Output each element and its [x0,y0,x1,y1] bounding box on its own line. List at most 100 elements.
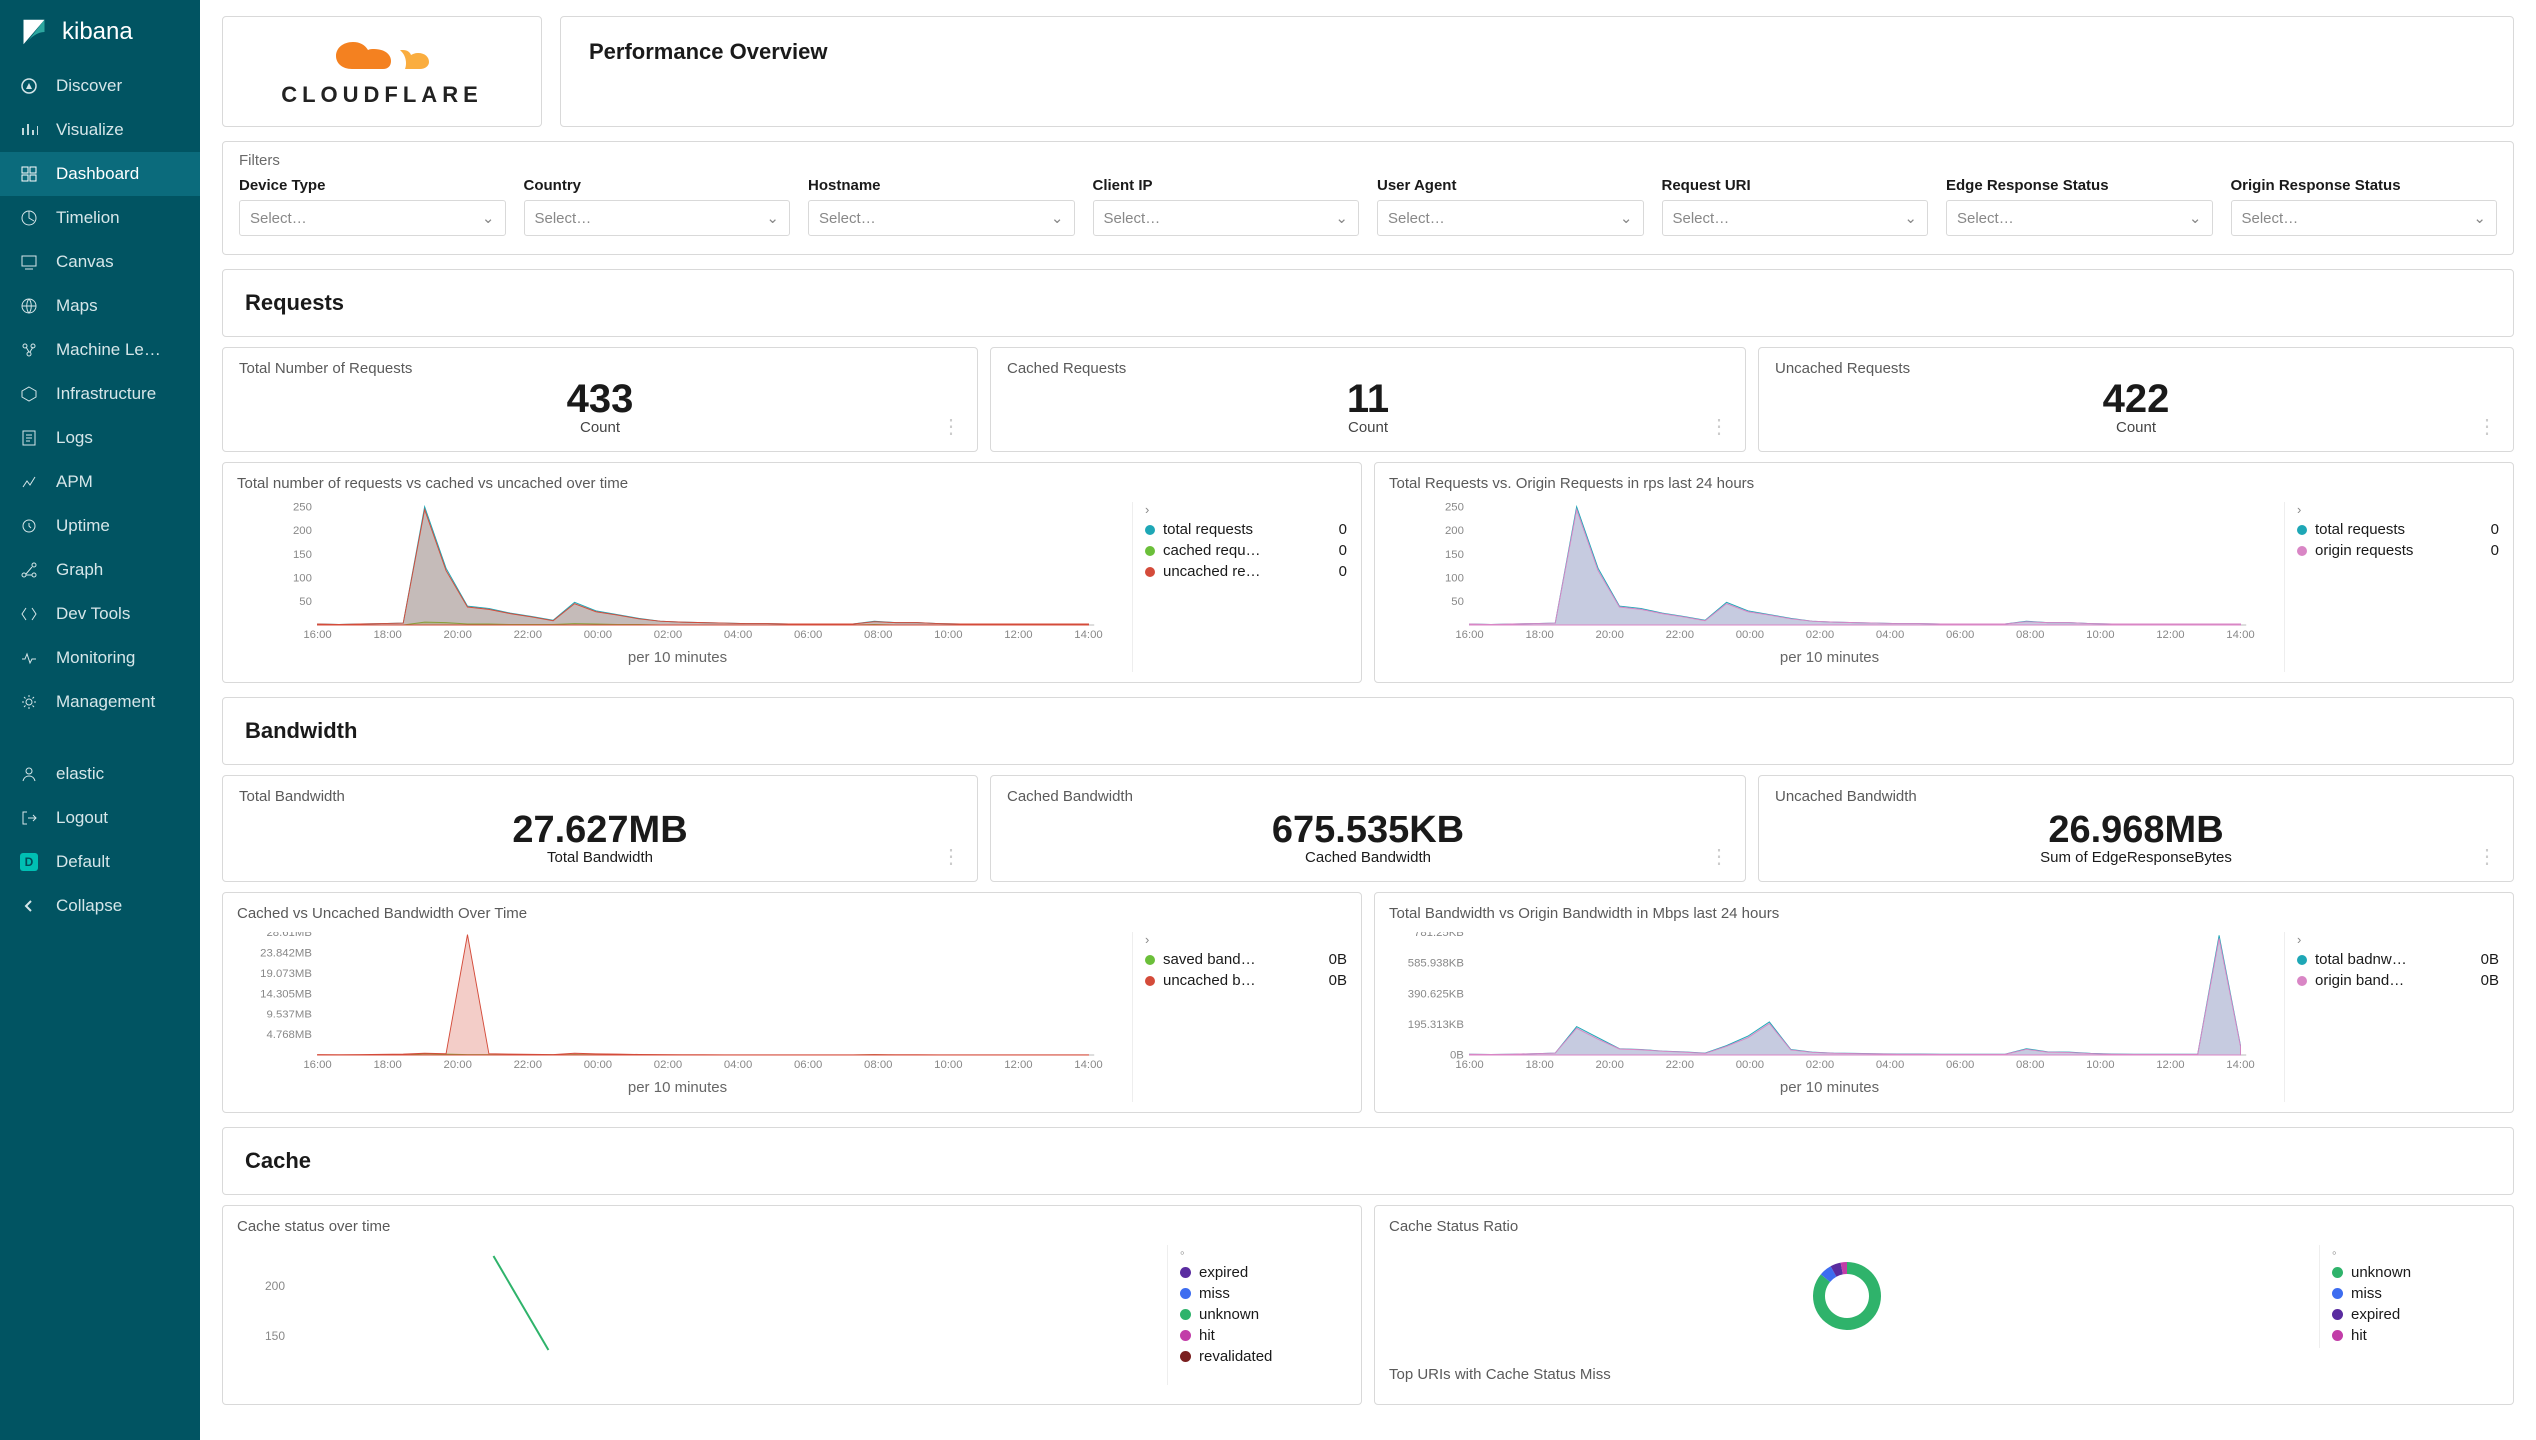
legend-item[interactable]: total requests0 [1145,521,1347,538]
legend-item[interactable]: miss [1180,1285,1347,1302]
resize-handle-icon[interactable]: ⋮ [2477,844,2497,869]
resize-handle-icon[interactable]: ⋮ [1709,414,1729,439]
legend-value: 0 [2491,521,2499,538]
legend-item[interactable]: saved band…0B [1145,951,1347,968]
svg-text:06:00: 06:00 [794,1059,822,1071]
svg-text:150: 150 [1445,549,1464,561]
sidebar-item-user[interactable]: elastic [0,752,200,796]
metric-card: Cached Bandwidth675.535KBCached Bandwidt… [990,775,1746,882]
filter-select-1[interactable]: Select…⌄ [524,200,791,236]
metric-title: Cached Bandwidth [1007,788,1729,805]
legend-item[interactable]: unknown [1180,1306,1347,1323]
sidebar-item-management[interactable]: Management [0,680,200,724]
legend-item[interactable]: expired [1180,1264,1347,1281]
filter-select-3[interactable]: Select…⌄ [1093,200,1360,236]
resize-handle-icon[interactable]: ⋮ [941,414,961,439]
resize-handle-icon[interactable]: ⋮ [2477,414,2497,439]
sidebar-item-timelion[interactable]: Timelion [0,196,200,240]
resize-handle-icon[interactable]: ⋮ [941,844,961,869]
legend-item[interactable]: origin band…0B [2297,972,2499,989]
nav-label: Logout [56,808,108,828]
legend-item[interactable]: unknown [2332,1264,2499,1281]
legend-toggle-icon[interactable]: › [1145,932,1347,947]
sidebar-item-apm[interactable]: APM [0,460,200,504]
legend-value: 0B [1329,972,1347,989]
legend-item[interactable]: hit [2332,1327,2499,1344]
legend-label: saved band… [1163,951,1256,968]
chart-legend: › total requests0 cached requ…0 uncached re… [1132,502,1347,672]
chart-cache-status-over-time: Cache status over time 200150 ◦expiredmi… [222,1205,1362,1405]
sidebar-item-space[interactable]: DDefault [0,840,200,884]
svg-text:02:00: 02:00 [1806,1059,1834,1071]
legend-toggle-icon[interactable]: › [1145,502,1347,517]
svg-text:22:00: 22:00 [1666,629,1694,641]
sidebar-item-maps[interactable]: Maps [0,284,200,328]
filter-select-5[interactable]: Select…⌄ [1662,200,1929,236]
filter-select-4[interactable]: Select…⌄ [1377,200,1644,236]
metric-title: Uncached Requests [1775,360,2497,377]
filter-select-2[interactable]: Select…⌄ [808,200,1075,236]
sidebar-item-logout[interactable]: Logout [0,796,200,840]
legend-item[interactable]: cached requ…0 [1145,542,1347,559]
legend-swatch [2332,1288,2343,1299]
sidebar-item-logs[interactable]: Logs [0,416,200,460]
sidebar-item-visualize[interactable]: Visualize [0,108,200,152]
legend-toggle-icon[interactable]: › [2297,932,2499,947]
chart-requests-vs-origin: Total Requests vs. Origin Requests in rp… [1374,462,2514,683]
sidebar-item-uptime[interactable]: Uptime [0,504,200,548]
filter-select-6[interactable]: Select…⌄ [1946,200,2213,236]
sidebar-item-dashboard[interactable]: Dashboard [0,152,200,196]
legend-swatch [1145,525,1155,535]
chart-legend: › saved band…0B uncached b… 0B [1132,932,1347,1102]
svg-text:10:00: 10:00 [2086,1059,2114,1071]
svg-text:20:00: 20:00 [444,1059,472,1071]
filter-label: Client IP [1093,177,1360,194]
chevron-down-icon: ⌄ [482,209,495,227]
resize-handle-icon[interactable]: ⋮ [1709,844,1729,869]
sidebar-item-collapse[interactable]: Collapse [0,884,200,928]
legend-toggle-icon[interactable]: ◦ [1180,1245,1347,1260]
legend-toggle-icon[interactable]: ◦ [2332,1245,2499,1260]
legend-value: 0 [1339,521,1347,538]
legend-item[interactable]: uncached re…0 [1145,563,1347,580]
x-axis-label: per 10 minutes [1389,1079,2270,1096]
legend-item[interactable]: total requests0 [2297,521,2499,538]
svg-text:28.61MB: 28.61MB [266,932,311,939]
sidebar-item-infra[interactable]: Infrastructure [0,372,200,416]
visualize-icon [20,121,38,139]
legend-swatch [2332,1309,2343,1320]
filter-select-7[interactable]: Select…⌄ [2231,200,2498,236]
brand-panel: CLOUDFLARE [222,16,542,127]
filter-label: Country [524,177,791,194]
svg-text:12:00: 12:00 [2156,629,2184,641]
svg-text:06:00: 06:00 [1946,1059,1974,1071]
legend-item[interactable]: total badnw…0B [2297,951,2499,968]
svg-text:00:00: 00:00 [584,629,612,641]
legend-label: uncached b… [1163,972,1256,989]
sidebar-item-devtools[interactable]: Dev Tools [0,592,200,636]
sidebar-item-monitoring[interactable]: Monitoring [0,636,200,680]
legend-item[interactable]: origin requests0 [2297,542,2499,559]
legend-item[interactable]: miss [2332,1285,2499,1302]
svg-text:14:00: 14:00 [1074,629,1102,641]
sidebar-item-graph[interactable]: Graph [0,548,200,592]
chart-title: Cache Status Ratio [1389,1218,2499,1235]
metric-card: Uncached Requests422Count⋮ [1758,347,2514,452]
legend-item[interactable]: uncached b… 0B [1145,972,1347,989]
select-placeholder: Select… [819,210,876,227]
sidebar-item-canvas[interactable]: Canvas [0,240,200,284]
filter-select-0[interactable]: Select…⌄ [239,200,506,236]
legend-item[interactable]: expired [2332,1306,2499,1323]
sidebar-item-ml[interactable]: Machine Le… [0,328,200,372]
legend-item[interactable]: hit [1180,1327,1347,1344]
svg-text:50: 50 [299,596,312,608]
sidebar-item-discover[interactable]: Discover [0,64,200,108]
svg-text:14:00: 14:00 [2226,1059,2254,1071]
metric-title: Uncached Bandwidth [1775,788,2497,805]
svg-text:22:00: 22:00 [514,1059,542,1071]
chart-legend: ◦ unknown miss expired hit [2319,1245,2499,1348]
legend-label: total badnw… [2315,951,2407,968]
legend-toggle-icon[interactable]: › [2297,502,2499,517]
nav-bottom: elastic Logout DDefaultCollapse [0,752,200,1440]
legend-item[interactable]: revalidated [1180,1348,1347,1365]
